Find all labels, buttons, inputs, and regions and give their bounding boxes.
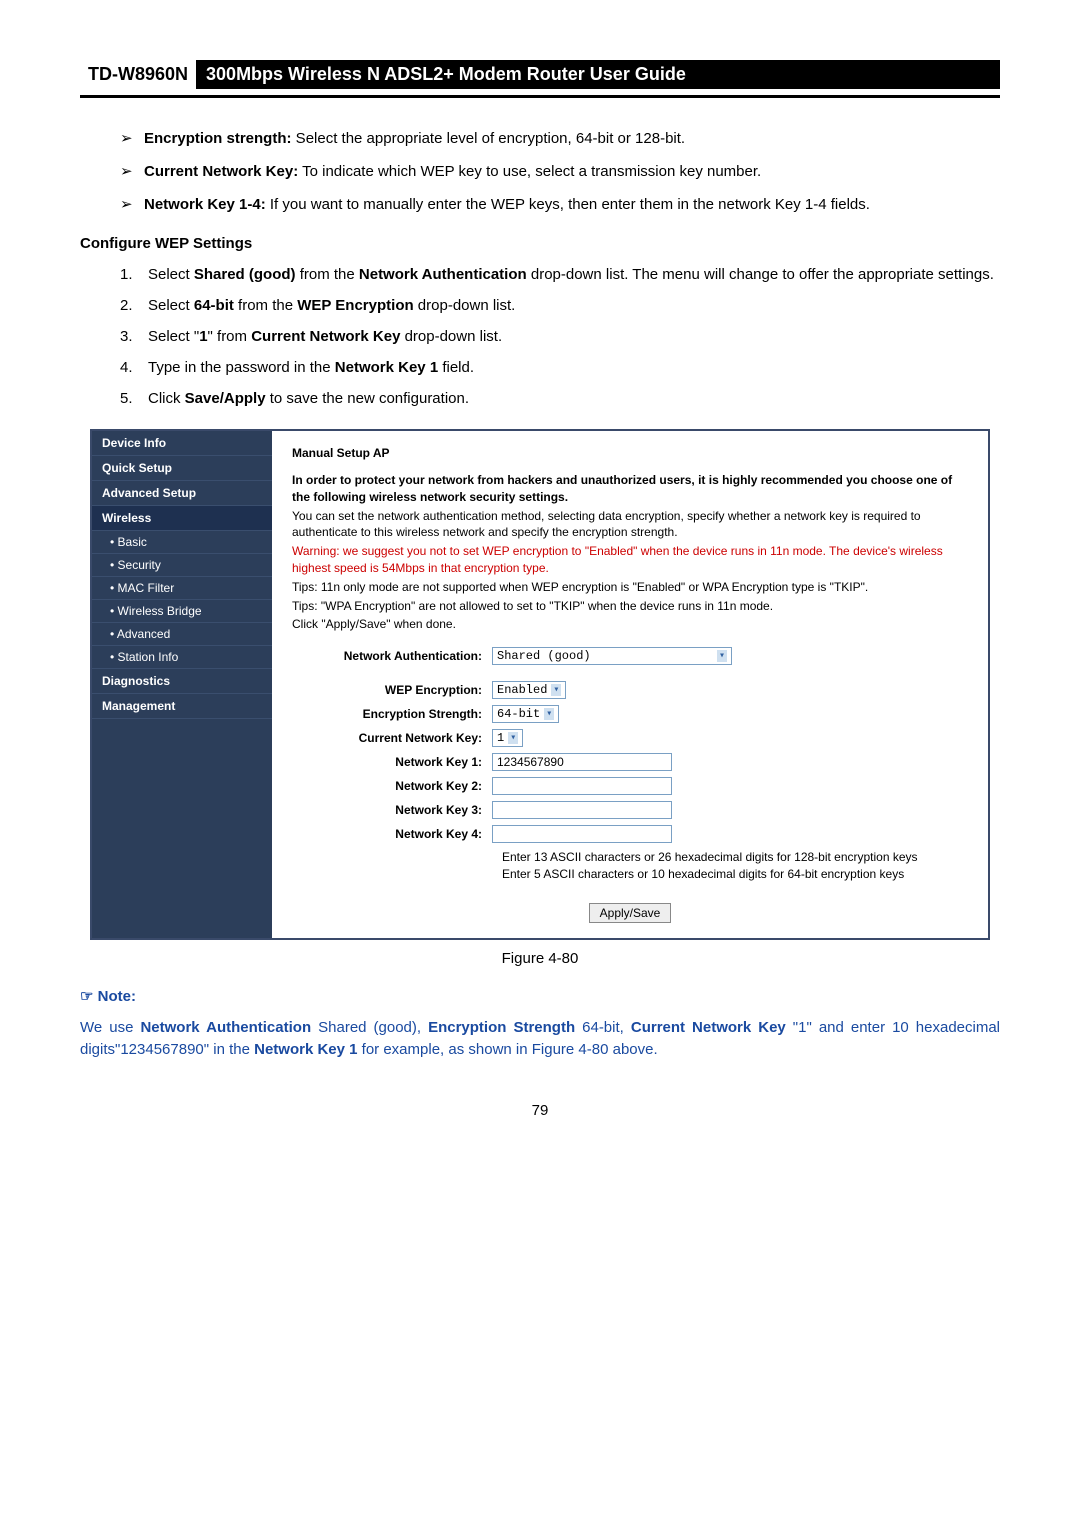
steps-list: 1.Select Shared (good) from the Network … (120, 264, 1000, 409)
sidebar-item-management[interactable]: Management (92, 694, 272, 719)
bullet-label: Network Key 1-4: (144, 196, 266, 213)
chevron-down-icon: ▾ (544, 708, 554, 720)
bullet-label: Encryption strength: (144, 130, 292, 147)
bullet-item: Encryption strength: Select the appropri… (120, 128, 1000, 149)
panel-text: You can set the network authentication m… (292, 508, 968, 542)
label-network-key-3: Network Key 3: (292, 803, 492, 817)
sidebar-item-wireless[interactable]: Wireless (92, 506, 272, 531)
sidebar-item-advanced[interactable]: • Advanced (92, 623, 272, 646)
label-network-key-1: Network Key 1: (292, 755, 492, 769)
sidebar-item-wireless-bridge[interactable]: • Wireless Bridge (92, 600, 272, 623)
step-item: 5.Click Save/Apply to save the new confi… (120, 388, 1000, 409)
configure-title: Configure WEP Settings (80, 235, 1000, 252)
label-network-key-4: Network Key 4: (292, 827, 492, 841)
form-row-key3: Network Key 3: (292, 801, 968, 819)
panel-heading: Manual Setup AP (292, 446, 968, 460)
select-value: Shared (good) (497, 649, 591, 663)
step-item: 3.Select "1" from Current Network Key dr… (120, 326, 1000, 347)
figure-caption: Figure 4-80 (80, 950, 1000, 967)
input-network-key-2[interactable] (492, 777, 672, 795)
note-text: We use Network Authentication Shared (go… (80, 1017, 1000, 1062)
form-row-key4: Network Key 4: (292, 825, 968, 843)
form-row-strength: Encryption Strength: 64-bit ▾ (292, 705, 968, 723)
apply-wrap: Apply/Save (292, 883, 968, 923)
form-row-key1: Network Key 1: (292, 753, 968, 771)
bullet-item: Current Network Key: To indicate which W… (120, 161, 1000, 182)
bullet-label: Current Network Key: (144, 163, 298, 180)
label-current-key: Current Network Key: (292, 731, 492, 745)
input-network-key-1[interactable] (492, 753, 672, 771)
label-wep-encryption: WEP Encryption: (292, 683, 492, 697)
label-network-auth: Network Authentication: (292, 649, 492, 663)
select-value: Enabled (497, 683, 547, 697)
sidebar-item-diagnostics[interactable]: Diagnostics (92, 669, 272, 694)
panel-warning: Warning: we suggest you not to set WEP e… (292, 543, 968, 577)
sidebar-item-security[interactable]: • Security (92, 554, 272, 577)
bullet-item: Network Key 1-4: If you want to manually… (120, 194, 1000, 215)
apply-save-button[interactable]: Apply/Save (589, 903, 672, 923)
form-row-wep: WEP Encryption: Enabled ▾ (292, 681, 968, 699)
select-value: 64-bit (497, 707, 540, 721)
sidebar-item-device-info[interactable]: Device Info (92, 431, 272, 456)
input-network-key-4[interactable] (492, 825, 672, 843)
hint-text: Enter 5 ASCII characters or 10 hexadecim… (502, 866, 968, 883)
chevron-down-icon: ▾ (508, 732, 518, 744)
feature-bullets: Encryption strength: Select the appropri… (120, 128, 1000, 215)
label-encryption-strength: Encryption Strength: (292, 707, 492, 721)
router-screenshot: Device Info Quick Setup Advanced Setup W… (90, 429, 990, 940)
form-row-auth: Network Authentication: Shared (good) ▾ (292, 647, 968, 665)
select-wep-encryption[interactable]: Enabled ▾ (492, 681, 566, 699)
panel-intro: In order to protect your network from ha… (292, 472, 968, 506)
key-hint: Enter 13 ASCII characters or 26 hexadeci… (502, 849, 968, 883)
sidebar-item-advanced-setup[interactable]: Advanced Setup (92, 481, 272, 506)
input-network-key-3[interactable] (492, 801, 672, 819)
step-item: 4.Type in the password in the Network Ke… (120, 357, 1000, 378)
sidebar-item-quick-setup[interactable]: Quick Setup (92, 456, 272, 481)
sidebar-item-basic[interactable]: • Basic (92, 531, 272, 554)
panel-tip: Tips: 11n only mode are not supported wh… (292, 579, 968, 596)
sidebar-item-station-info[interactable]: • Station Info (92, 646, 272, 669)
label-network-key-2: Network Key 2: (292, 779, 492, 793)
form-row-curkey: Current Network Key: 1 ▾ (292, 729, 968, 747)
step-item: 2.Select 64-bit from the WEP Encryption … (120, 295, 1000, 316)
hint-text: Enter 13 ASCII characters or 26 hexadeci… (502, 849, 968, 866)
chevron-down-icon: ▾ (551, 684, 561, 696)
sidebar: Device Info Quick Setup Advanced Setup W… (92, 431, 272, 938)
panel-text: Click "Apply/Save" when done. (292, 616, 968, 633)
panel-tip: Tips: "WPA Encryption" are not allowed t… (292, 598, 968, 615)
note-label: ☞ Note: (80, 987, 1000, 1005)
select-value: 1 (497, 731, 504, 745)
content-pane: Manual Setup AP In order to protect your… (272, 431, 988, 938)
select-network-auth[interactable]: Shared (good) ▾ (492, 647, 732, 665)
bullet-text: To indicate which WEP key to use, select… (298, 163, 761, 180)
page-header: TD-W8960N 300Mbps Wireless N ADSL2+ Mode… (80, 60, 1000, 98)
step-item: 1.Select Shared (good) from the Network … (120, 264, 1000, 285)
sidebar-item-mac-filter[interactable]: • MAC Filter (92, 577, 272, 600)
bullet-text: Select the appropriate level of encrypti… (292, 130, 686, 147)
header-title: 300Mbps Wireless N ADSL2+ Modem Router U… (196, 60, 1000, 89)
select-encryption-strength[interactable]: 64-bit ▾ (492, 705, 559, 723)
chevron-down-icon: ▾ (717, 650, 727, 662)
select-current-key[interactable]: 1 ▾ (492, 729, 523, 747)
form-row-key2: Network Key 2: (292, 777, 968, 795)
page-number: 79 (80, 1102, 1000, 1119)
model-number: TD-W8960N (80, 64, 196, 85)
bullet-text: If you want to manually enter the WEP ke… (266, 196, 870, 213)
